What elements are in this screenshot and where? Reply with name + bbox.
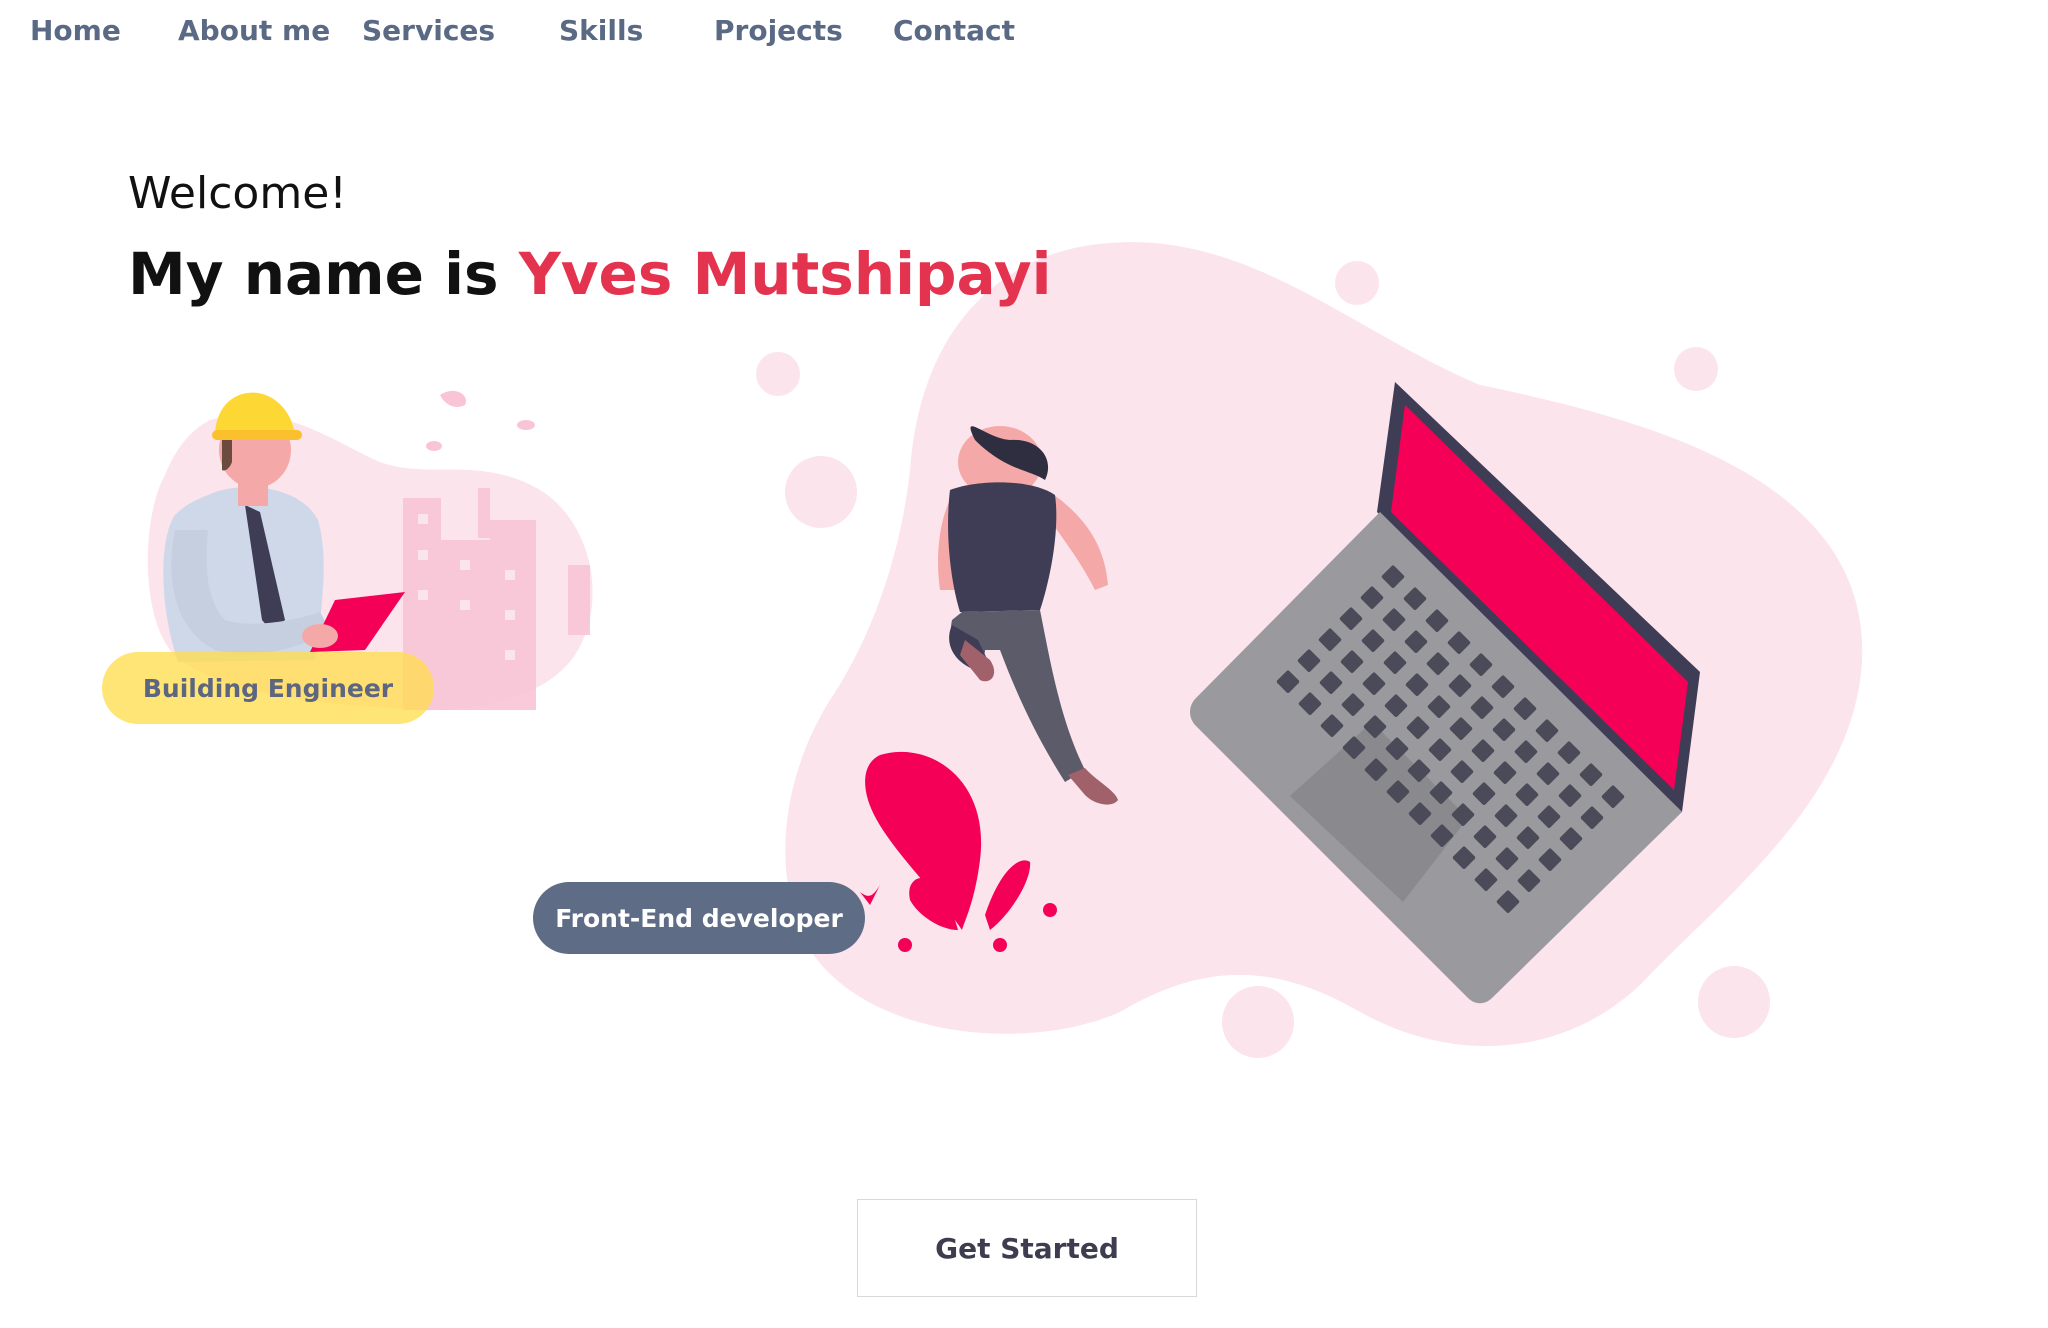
laptop-key: [1320, 714, 1344, 737]
building-engineer-badge: Building Engineer: [102, 652, 434, 724]
nav-home[interactable]: Home: [30, 14, 121, 47]
laptop-key: [1447, 631, 1471, 654]
laptop-key: [1408, 802, 1432, 825]
laptop-trackpad: [1290, 722, 1468, 902]
laptop-key: [1404, 630, 1428, 653]
deco-circle: [1698, 966, 1770, 1038]
laptop-key: [1450, 760, 1474, 783]
person-name: Yves Mutshipayi: [518, 240, 1052, 308]
laptop-key: [1427, 695, 1451, 718]
laptop-key: [1495, 847, 1519, 870]
laptop-key: [1405, 673, 1429, 696]
deco-circle: [785, 456, 857, 528]
deco-circle: [1674, 347, 1718, 391]
laptop-key: [1318, 628, 1342, 651]
laptop-key: [1428, 738, 1452, 761]
laptop-key: [1514, 740, 1538, 763]
deco-circle: [1335, 261, 1379, 305]
deco-circle: [1222, 986, 1294, 1058]
nav-services[interactable]: Services: [362, 14, 495, 47]
laptop-key: [1472, 782, 1496, 805]
laptop-key: [1381, 565, 1405, 588]
laptop-key: [1474, 868, 1498, 891]
name-prefix: My name is: [128, 240, 519, 308]
laptop-screen: [1391, 405, 1688, 790]
laptop-key: [1362, 672, 1386, 695]
laptop-lid: [1377, 382, 1700, 812]
laptop-key: [1406, 716, 1430, 739]
laptop-key: [1452, 846, 1476, 869]
laptop-key: [1430, 824, 1454, 847]
laptop-key: [1601, 785, 1625, 808]
laptop-key: [1403, 587, 1427, 610]
laptop-key: [1382, 608, 1406, 631]
laptop-key: [1360, 586, 1384, 609]
laptop-key: [1470, 696, 1494, 719]
laptop-key: [1426, 652, 1450, 675]
nav-skills[interactable]: Skills: [559, 14, 643, 47]
laptop-illustration: [1190, 382, 1700, 1004]
laptop-key: [1537, 805, 1561, 828]
laptop-key: [1407, 759, 1431, 782]
laptop-key: [1340, 650, 1364, 673]
laptop-key: [1517, 869, 1541, 892]
laptop-key: [1491, 675, 1515, 698]
laptop-key: [1319, 671, 1343, 694]
laptop-key: [1448, 674, 1472, 697]
plant-illustration: [860, 751, 1057, 952]
welcome-text: Welcome!: [128, 168, 347, 219]
laptop-key: [1538, 848, 1562, 871]
get-started-button[interactable]: Get Started: [857, 1199, 1197, 1297]
nav-projects[interactable]: Projects: [714, 14, 843, 47]
laptop-key: [1451, 803, 1475, 826]
laptop-key: [1364, 758, 1388, 781]
laptop-key: [1493, 761, 1517, 784]
laptop-key: [1384, 694, 1408, 717]
laptop-key: [1513, 697, 1537, 720]
laptop-key: [1469, 653, 1493, 676]
laptop-key: [1494, 804, 1518, 827]
laptop-key: [1363, 715, 1387, 738]
laptop-key: [1579, 763, 1603, 786]
laptop-key: [1516, 826, 1540, 849]
laptop-key: [1298, 692, 1322, 715]
laptop-key: [1339, 607, 1363, 630]
laptop-key: [1449, 717, 1473, 740]
laptop-key: [1361, 629, 1385, 652]
laptop-key: [1492, 718, 1516, 741]
deco-circle: [756, 352, 800, 396]
background-blob: [785, 242, 1863, 1047]
laptop-key: [1386, 780, 1410, 803]
laptop-key: [1341, 693, 1365, 716]
nav-about-me[interactable]: About me: [178, 14, 330, 47]
laptop-key: [1473, 825, 1497, 848]
person-illustration: [938, 426, 1118, 805]
laptop-key: [1557, 741, 1581, 764]
laptop-key: [1536, 762, 1560, 785]
laptop-key: [1535, 719, 1559, 742]
laptop-key: [1558, 784, 1582, 807]
laptop-key: [1429, 781, 1453, 804]
laptop-key: [1342, 736, 1366, 759]
nav-contact[interactable]: Contact: [893, 14, 1015, 47]
laptop-key: [1276, 670, 1300, 693]
laptop-key: [1425, 609, 1449, 632]
laptop-key: [1496, 890, 1520, 913]
laptop-key: [1580, 806, 1604, 829]
laptop-base: [1190, 512, 1682, 1004]
front-end-developer-badge: Front-End developer: [533, 882, 865, 954]
laptop-key: [1515, 783, 1539, 806]
laptop-key: [1383, 651, 1407, 674]
laptop-key: [1559, 827, 1583, 850]
laptop-key: [1385, 737, 1409, 760]
laptop-keyboard: [1276, 565, 1625, 913]
hero-heading: My name is Yves Mutshipayi: [128, 240, 1052, 308]
laptop-key: [1297, 649, 1321, 672]
laptop-key: [1471, 739, 1495, 762]
